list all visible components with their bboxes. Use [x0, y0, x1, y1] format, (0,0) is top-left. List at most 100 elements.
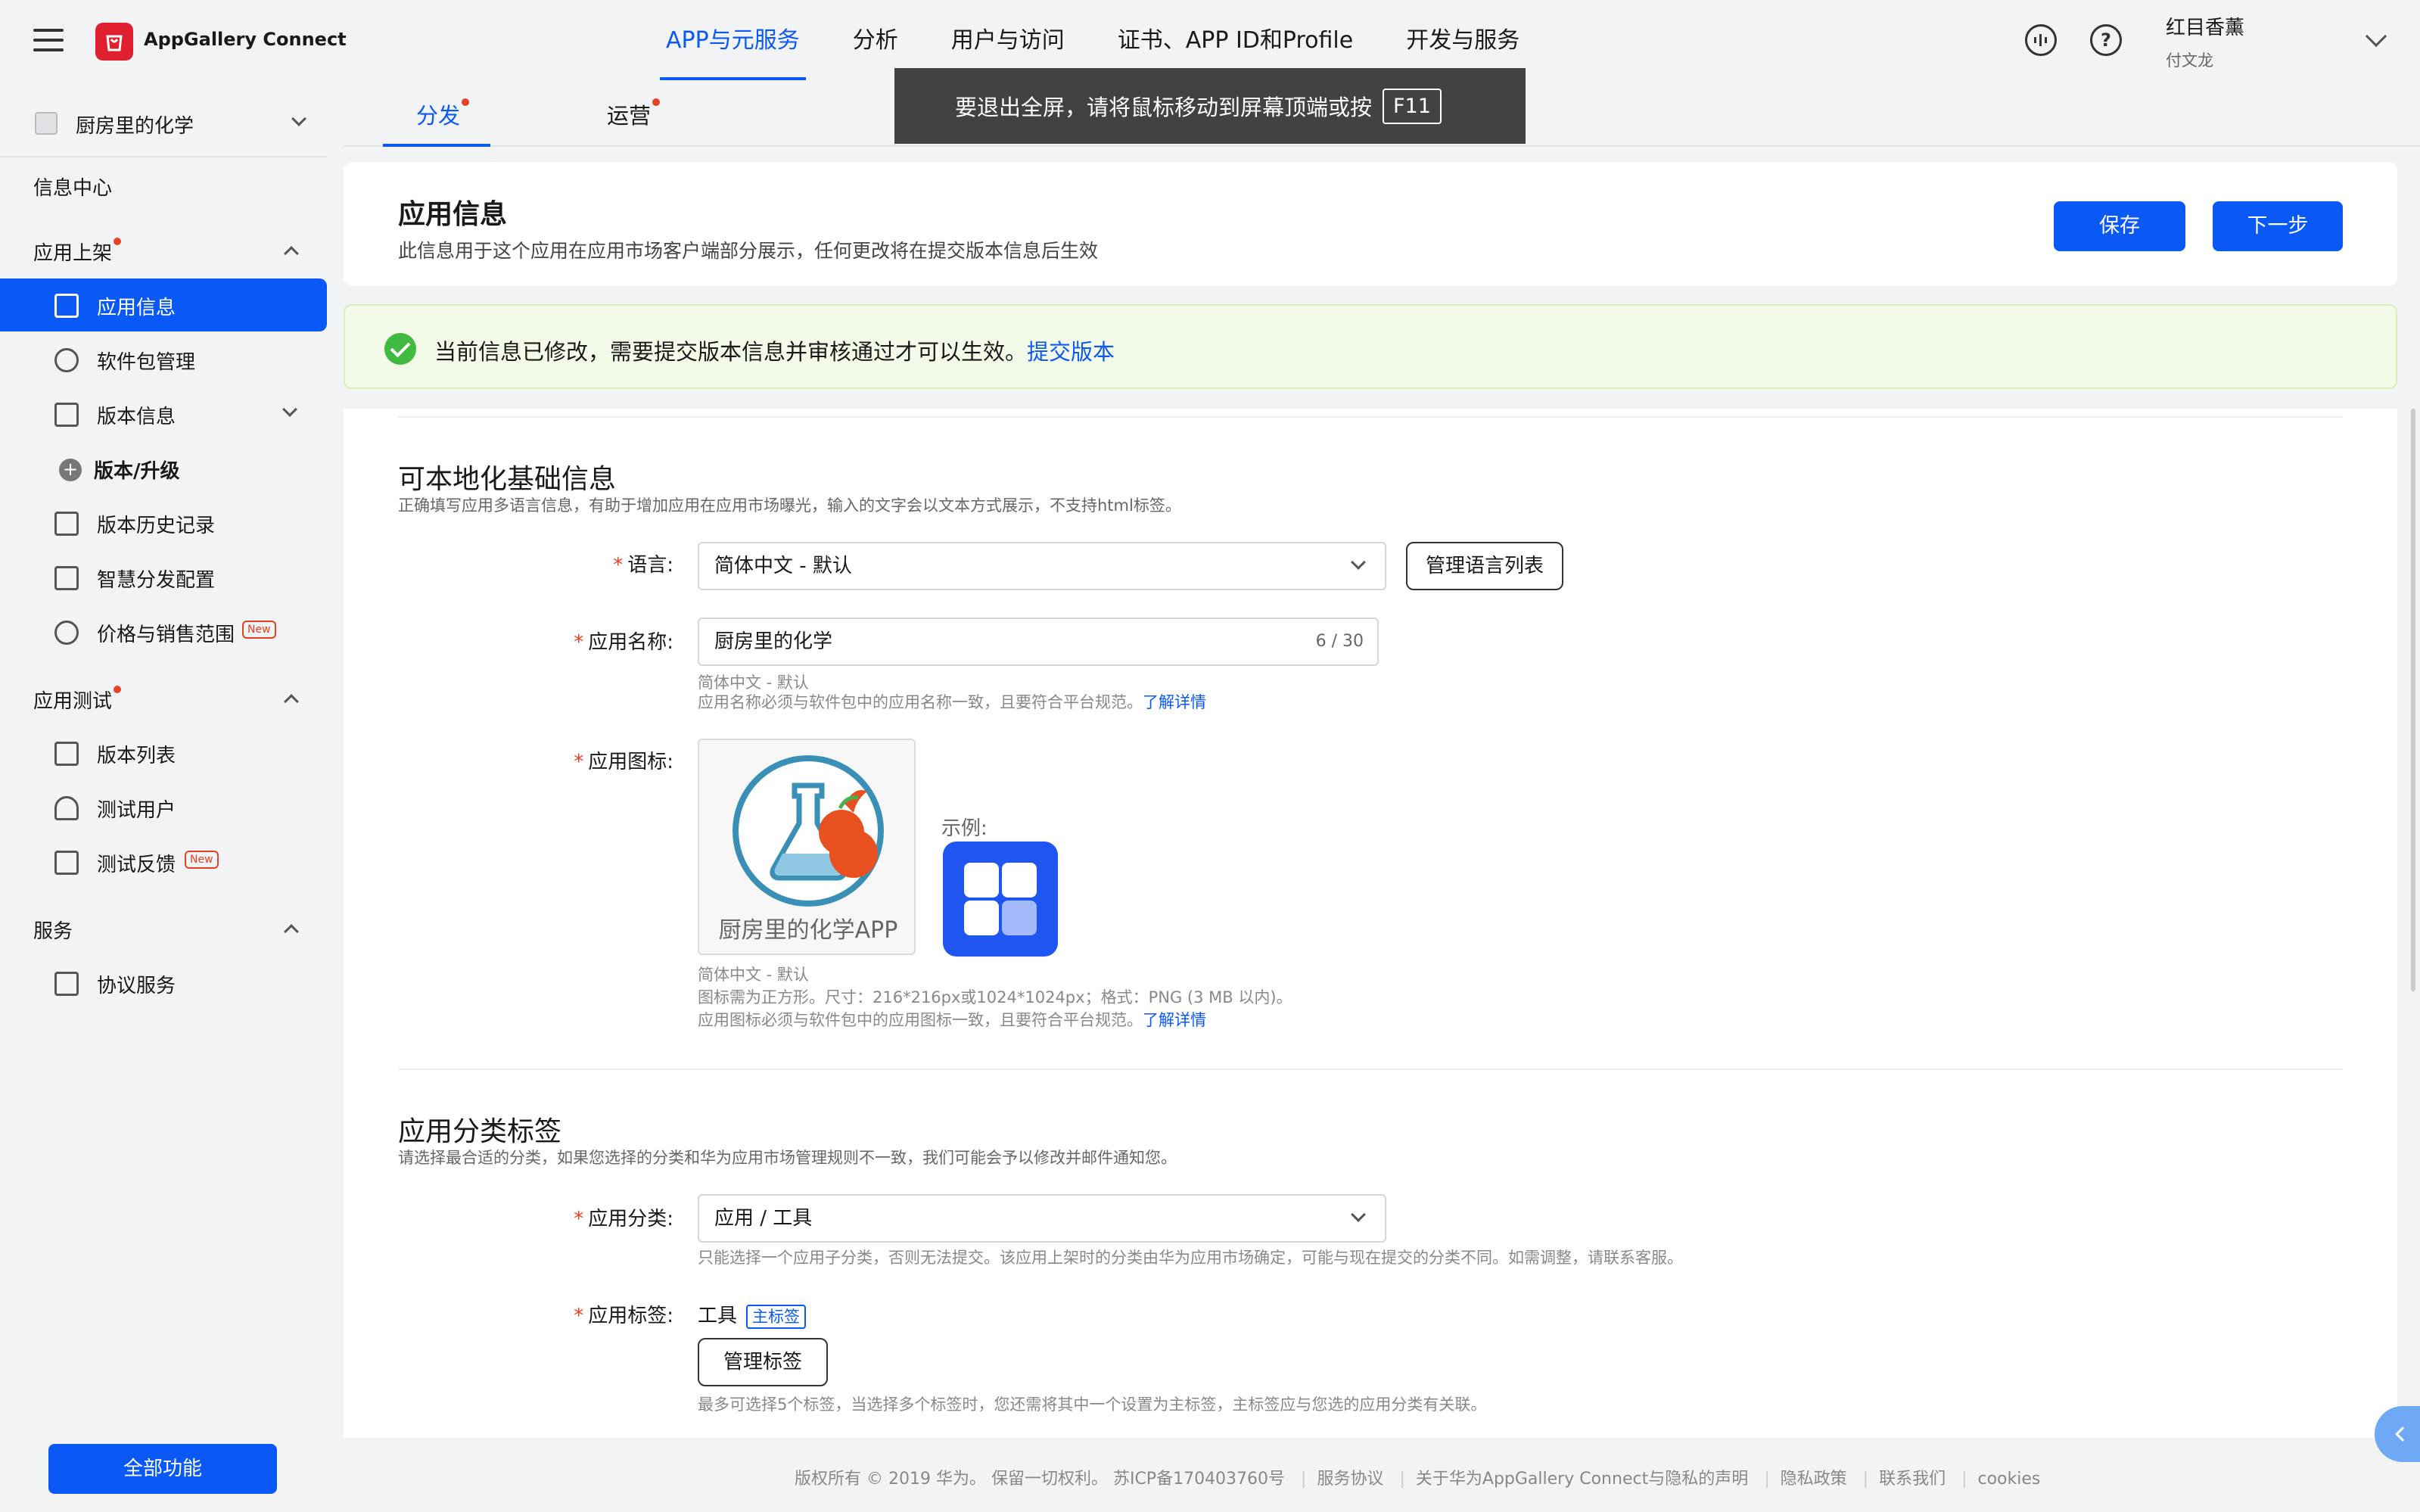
sidebar-item-package[interactable]: 软件包管理 [0, 333, 327, 386]
chevron-up-icon[interactable] [284, 246, 299, 261]
grid-tile [964, 863, 999, 898]
status-notice: 当前信息已修改，需要提交版本信息并审核通过才可以生效。提交版本 [344, 304, 2397, 389]
sidebar-item-test-feedback[interactable]: 测试反馈 New [0, 835, 327, 888]
icon-hint-locale: 简体中文 - 默认 [698, 966, 809, 984]
icon-hint-text: 应用图标必须与软件包中的应用图标一致，且要符合平台规范。 [698, 1011, 1143, 1029]
app-name-hint: 应用名称必须与软件包中的应用名称一致，且要符合平台规范。了解详情 [698, 690, 1206, 713]
save-button[interactable]: 保存 [2054, 201, 2185, 251]
sidebar-item-version-history[interactable]: 版本历史记录 [0, 496, 327, 549]
tag-hint: 最多可选择5个标签，当选择多个标签时，您还需将其中一个设置为主标签，主标签应与您… [698, 1395, 1487, 1414]
sidebar-item-test-users[interactable]: 测试用户 [0, 781, 327, 834]
required-mark: * [574, 1305, 584, 1327]
user-icon [54, 796, 79, 820]
footer-link-privacy-policy[interactable]: 隐私政策 [1781, 1470, 1847, 1489]
sidebar-info-center[interactable]: 信息中心 [33, 173, 112, 201]
smart-distribution-icon [54, 566, 79, 590]
sidebar: 厨房里的化学 信息中心 应用上架 应用信息 软件包管理 版本信息 + 版本/升级… [0, 82, 327, 1512]
flask-tomato-icon [733, 755, 884, 907]
sidebar-item-version-upgrade[interactable]: + 版本/升级 [0, 442, 327, 495]
manage-tags-button[interactable]: 管理标签 [698, 1338, 828, 1386]
sidebar-item-label: 版本列表 [97, 745, 176, 767]
sidebar-item-label: 版本历史记录 [97, 515, 216, 537]
chevron-down-icon[interactable] [2365, 25, 2387, 48]
sidebar-item-label: 测试反馈 [97, 854, 176, 876]
all-functions-button[interactable]: 全部功能 [48, 1444, 277, 1494]
learn-more-link[interactable]: 了解详情 [1143, 1011, 1206, 1029]
grid-tile [964, 901, 999, 935]
grid-tile [1002, 901, 1037, 935]
notification-dot [652, 98, 661, 106]
help-icon[interactable]: ? [2090, 24, 2122, 56]
required-mark: * [613, 554, 624, 577]
main-tag-badge: 主标签 [746, 1304, 807, 1329]
app-thumbnail-icon [35, 112, 58, 135]
sidebar-item-price-range[interactable]: 价格与销售范围 New [0, 605, 327, 658]
manage-languages-button[interactable]: 管理语言列表 [1406, 542, 1563, 590]
footer: 版权所有 © 2019 华为。 保留一切权利。 苏ICP备170403760号 … [795, 1470, 2041, 1489]
list-icon [54, 742, 79, 766]
user-name[interactable]: 红目香薰 [2166, 12, 2244, 40]
sidebar-item-app-info[interactable]: 应用信息 [0, 278, 327, 331]
sidebar-section-listing[interactable]: 应用上架 [33, 238, 122, 266]
section-title-localizable: 可本地化基础信息 [398, 464, 617, 495]
submit-version-link[interactable]: 提交版本 [1027, 339, 1115, 365]
collapse-panel-tab[interactable] [2375, 1406, 2420, 1462]
copyright: 版权所有 © 2019 华为。 保留一切权利。 苏ICP备170403760号 [795, 1470, 1286, 1489]
divider [398, 416, 2343, 418]
page-description: 此信息用于这个应用在应用市场客户端部分展示，任何更改将在提交版本信息后生效 [398, 240, 1099, 262]
new-badge: New [185, 851, 219, 869]
plus-circle-icon: + [59, 459, 82, 481]
sidebar-item-smart-distribution[interactable]: 智慧分发配置 [0, 551, 327, 604]
sidebar-section-testing[interactable]: 应用测试 [33, 686, 122, 714]
app-name-value: 厨房里的化学 [714, 630, 833, 653]
required-mark: * [574, 631, 584, 654]
language-label-text: 语言: [627, 554, 673, 577]
divider [398, 1069, 2343, 1070]
notification-dot [114, 238, 122, 245]
footer-link-cookies[interactable]: cookies [1978, 1470, 2041, 1489]
footer-link-contact[interactable]: 联系我们 [1879, 1470, 1946, 1489]
nav-analytics[interactable]: 分析 [853, 0, 898, 82]
chevron-up-icon[interactable] [284, 924, 299, 939]
app-name-input[interactable]: 厨房里的化学 6 / 30 [698, 618, 1379, 666]
form-card: 可本地化基础信息 正确填写应用多语言信息，有助于增加应用在应用市场曝光，输入的文… [344, 409, 2397, 1438]
app-selector[interactable]: 厨房里的化学 [0, 89, 327, 157]
menu-icon[interactable] [33, 27, 64, 53]
required-mark: * [574, 751, 584, 773]
sidebar-item-label: 应用信息 [97, 297, 176, 319]
category-label: * 应用分类: [446, 1203, 673, 1231]
tab-distribution[interactable]: 分发 [416, 98, 470, 130]
voice-icon[interactable] [2025, 24, 2057, 56]
appgallery-logo-icon[interactable] [95, 23, 133, 61]
sidebar-item-label: 协议服务 [97, 975, 176, 997]
category-label-text: 应用分类: [588, 1208, 673, 1230]
language-select[interactable]: 简体中文 - 默认 [698, 542, 1386, 590]
version-icon [54, 403, 79, 427]
icon-hint-size: 图标需为正方形。尺寸：216*216px或1024*1024px；格式：PNG … [698, 988, 1292, 1006]
sidebar-section-services[interactable]: 服务 [33, 916, 73, 944]
footer-link-service-agreement[interactable]: 服务协议 [1317, 1470, 1383, 1489]
new-badge: New [242, 621, 276, 639]
next-step-button[interactable]: 下一步 [2213, 201, 2343, 251]
tab-operations[interactable]: 运营 [607, 98, 661, 130]
sidebar-item-agreement[interactable]: 协议服务 [0, 957, 327, 1010]
tab-label: 运营 [607, 103, 652, 129]
sidebar-item-version-list[interactable]: 版本列表 [0, 726, 327, 779]
nav-app-services[interactable]: APP与元服务 [660, 0, 806, 82]
chevron-up-icon[interactable] [284, 694, 299, 709]
price-icon [54, 621, 79, 645]
footer-link-privacy-statement[interactable]: 关于华为AppGallery Connect与隐私的声明 [1416, 1470, 1748, 1489]
app-name-label: * 应用名称: [446, 627, 673, 655]
app-icon-upload[interactable]: 厨房里的化学APP [698, 739, 916, 955]
brand-name[interactable]: AppGallery Connect [144, 29, 347, 50]
category-select[interactable]: 应用 / 工具 [698, 1194, 1386, 1243]
feedback-icon [54, 851, 79, 875]
scrollbar[interactable] [2411, 409, 2415, 991]
language-value: 简体中文 - 默认 [714, 555, 852, 577]
learn-more-link[interactable]: 了解详情 [1143, 693, 1206, 711]
chevron-down-icon [1351, 555, 1366, 570]
tab-label: 分发 [416, 103, 461, 129]
chevron-down-icon [291, 111, 306, 126]
sidebar-item-version-info[interactable]: 版本信息 [0, 387, 327, 440]
history-list-icon [54, 512, 79, 536]
